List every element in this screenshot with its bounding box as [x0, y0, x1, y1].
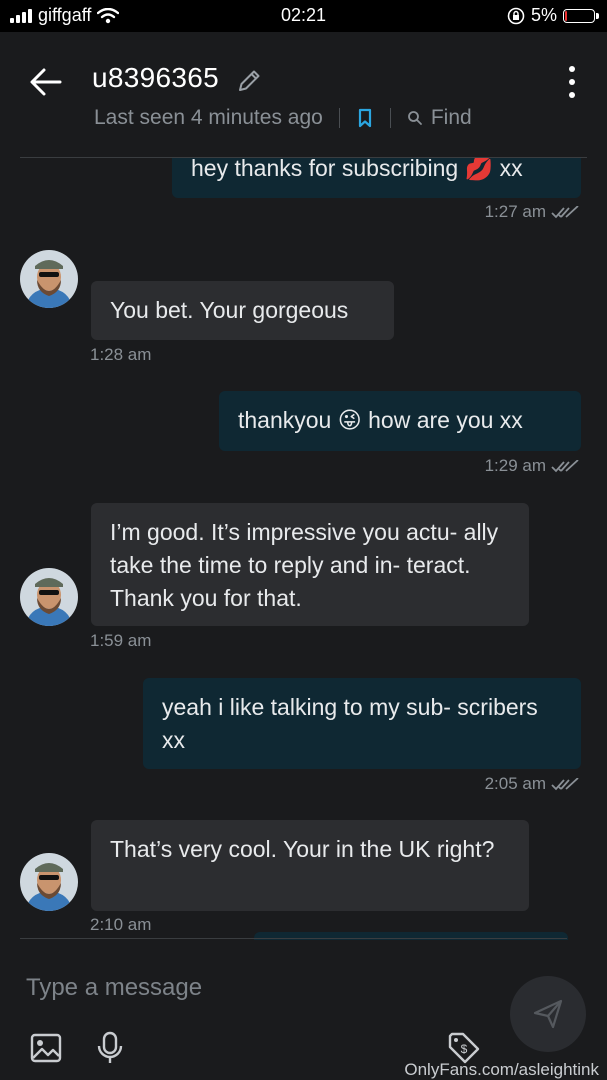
incoming-message[interactable]: You bet. Your gorgeous [91, 281, 394, 340]
battery-icon [563, 8, 599, 23]
separator [338, 108, 340, 128]
message-time: 1:28 am [90, 345, 152, 364]
microphone-icon[interactable] [92, 1030, 128, 1066]
avatar-icon [20, 853, 78, 911]
message-time: 1:27 am [485, 202, 580, 222]
read-receipt-icon [551, 459, 579, 472]
back-arrow-icon[interactable] [28, 66, 64, 98]
separator [389, 108, 391, 128]
header-subrow: Last seen 4 minutes ago Find [94, 106, 472, 130]
outgoing-message[interactable]: thankyou 😜 how are you xx [219, 391, 581, 451]
avatar-icon [20, 250, 78, 308]
watermark: OnlyFans.com/asleightink [404, 1060, 599, 1079]
bookmark-icon[interactable] [356, 108, 374, 128]
status-bar: giffgaff 02:21 5% [0, 0, 607, 32]
incoming-message[interactable]: I’m good. It’s impressive you actu- ally… [91, 503, 529, 626]
avatar[interactable] [20, 568, 78, 626]
more-options-icon[interactable] [560, 66, 584, 98]
chat-screen: u8396365 Last seen 4 minutes ago Find he… [0, 32, 607, 1080]
composer-divider [20, 938, 567, 939]
send-icon [533, 999, 563, 1029]
composer: $ OnlyFans.com/asleightink [0, 940, 607, 1080]
incoming-message[interactable]: That’s very cool. Your in the UK right? [91, 820, 529, 911]
battery-group: 5% [507, 5, 599, 26]
image-icon[interactable] [28, 1030, 64, 1066]
orientation-lock-icon [507, 7, 525, 24]
find-label: Find [430, 106, 472, 129]
message-time: 1:59 am [90, 631, 152, 650]
battery-level [565, 10, 567, 21]
message-input[interactable] [26, 970, 466, 1006]
find-button[interactable]: Find [407, 106, 472, 130]
outgoing-message[interactable]: hey thanks for subscribing 💋 xx [172, 158, 581, 198]
outgoing-message[interactable]: yeah i like talking to my sub- scribers … [143, 678, 581, 769]
svg-text:$: $ [461, 1042, 468, 1056]
message-time: 2:10 am [90, 915, 152, 934]
edit-pencil-icon[interactable] [236, 68, 262, 94]
last-seen-status: Last seen 4 minutes ago [94, 106, 323, 129]
battery-percent: 5% [530, 5, 557, 25]
message-time: 1:29 am [485, 456, 580, 476]
message-time: 2:05 am [485, 774, 580, 794]
read-receipt-icon [551, 777, 579, 790]
search-icon [407, 111, 422, 125]
read-receipt-icon [551, 205, 579, 218]
message-list: hey thanks for subscribing 💋 xx 1:27 am … [0, 158, 607, 938]
chat-username: u8396365 [92, 62, 219, 93]
avatar[interactable] [20, 250, 78, 308]
send-button[interactable] [510, 976, 586, 1052]
chat-header: u8396365 Last seen 4 minutes ago Find [0, 32, 607, 158]
avatar-icon [20, 568, 78, 626]
avatar[interactable] [20, 853, 78, 911]
